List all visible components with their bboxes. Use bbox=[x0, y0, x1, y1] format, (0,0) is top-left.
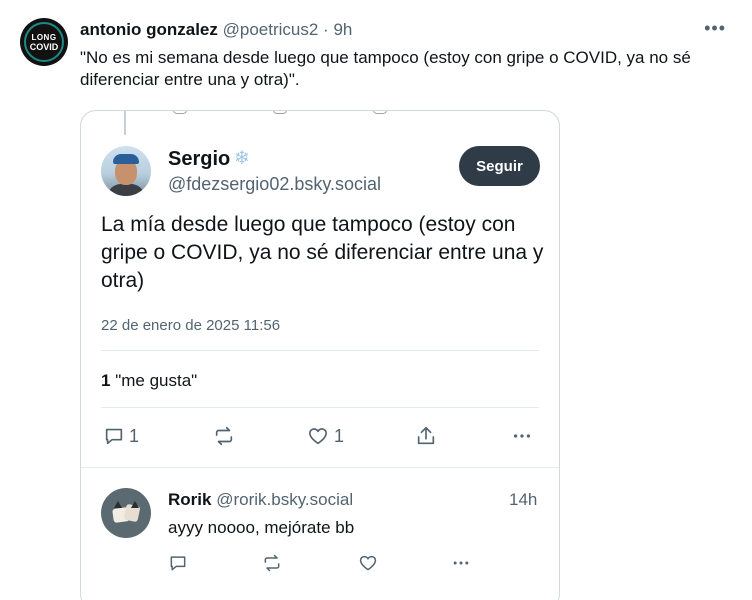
reply-author-name[interactable]: Rorik bbox=[168, 490, 211, 509]
likes-label: "me gusta" bbox=[115, 371, 198, 390]
more-horizontal-icon bbox=[453, 561, 469, 565]
author-avatar[interactable]: LONG COVID bbox=[20, 18, 68, 66]
reply-like-button[interactable] bbox=[357, 553, 379, 573]
snowflake-icon: ❄ bbox=[234, 148, 250, 169]
author-handle[interactable]: @poetricus2 bbox=[223, 20, 319, 39]
reply-icon bbox=[105, 428, 123, 445]
repost-icon bbox=[215, 426, 233, 446]
divider bbox=[101, 407, 539, 408]
sergio-avatar[interactable] bbox=[101, 146, 151, 196]
reply-reply-button[interactable] bbox=[168, 553, 188, 573]
post-header: antonio gonzalez @poetricus2 · 9h bbox=[80, 19, 352, 41]
post-text: "No es mi semana desde luego que tampoco… bbox=[80, 48, 691, 89]
more-horizontal-icon[interactable]: ••• bbox=[704, 19, 726, 37]
reply-time[interactable]: 14h bbox=[509, 489, 537, 511]
like-count: 1 bbox=[334, 425, 345, 446]
reply-separator bbox=[81, 467, 559, 468]
embedded-author-handle[interactable]: @fdezsergio02.bsky.social bbox=[168, 172, 381, 196]
reply-more-button[interactable] bbox=[450, 553, 472, 573]
author-name[interactable]: antonio gonzalez bbox=[80, 20, 218, 39]
embedded-author-name[interactable]: Sergio bbox=[168, 146, 230, 172]
reply-count: 1 bbox=[129, 425, 140, 446]
share-button[interactable] bbox=[415, 425, 437, 447]
avatar-logo-line2: COVID bbox=[29, 41, 59, 52]
reply-header: Rorik @rorik.bsky.social bbox=[168, 489, 353, 511]
likes-count: 1 bbox=[101, 371, 111, 390]
avatar-logo-line1: LONG bbox=[31, 32, 57, 42]
likes-summary[interactable]: 1 "me gusta" bbox=[101, 370, 197, 392]
more-horizontal-icon bbox=[513, 434, 531, 438]
header-separator: · bbox=[318, 20, 334, 39]
embedded-post-text: La mía desde luego que tampoco (estoy co… bbox=[101, 213, 544, 292]
more-options-button[interactable] bbox=[510, 425, 534, 447]
heart-icon bbox=[359, 555, 377, 571]
share-icon bbox=[417, 426, 435, 445]
like-button[interactable]: 1 bbox=[306, 425, 344, 447]
thread-line bbox=[124, 111, 126, 135]
embedded-post-date[interactable]: 22 de enero de 2025 11:56 bbox=[101, 316, 280, 336]
follow-button[interactable]: Seguir bbox=[459, 146, 540, 186]
reply-button[interactable]: 1 bbox=[103, 425, 139, 447]
reply-icon bbox=[170, 556, 186, 571]
rorik-avatar[interactable] bbox=[101, 488, 151, 538]
previous-post-actions bbox=[173, 111, 393, 116]
post-time[interactable]: 9h bbox=[333, 20, 352, 39]
divider bbox=[101, 350, 539, 351]
reply-author-handle[interactable]: @rorik.bsky.social bbox=[216, 490, 353, 509]
reply-text: ayyy noooo, mejórate bb bbox=[168, 518, 355, 537]
embedded-post-card[interactable]: Sergio ❄ @fdezsergio02.bsky.social Segui… bbox=[80, 110, 560, 600]
reply-repost-button[interactable] bbox=[261, 553, 283, 573]
heart-icon bbox=[308, 428, 328, 445]
repost-button[interactable] bbox=[212, 425, 240, 447]
repost-icon bbox=[264, 554, 280, 572]
